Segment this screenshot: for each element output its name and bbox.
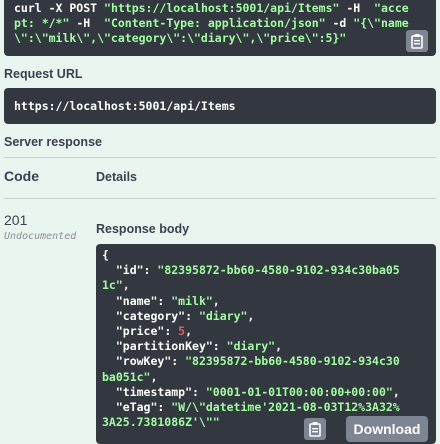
request-url-box: https://localhost:5001/api/Items xyxy=(4,88,436,124)
divider xyxy=(4,157,436,158)
code-column-header: Code xyxy=(4,168,39,184)
request-url-value: https://localhost:5001/api/Items xyxy=(14,99,236,113)
divider xyxy=(4,198,436,199)
copy-curl-button[interactable] xyxy=(406,30,428,52)
curl-content-type-header: "Content-Type: application/json" xyxy=(104,16,326,30)
json-key: "price": xyxy=(115,324,179,339)
clipboard-icon xyxy=(309,422,321,437)
json-key: "eTag": xyxy=(115,400,172,415)
curl-flag: -d xyxy=(325,16,354,30)
json-brace: { xyxy=(102,248,109,262)
download-button[interactable]: Download xyxy=(346,416,428,442)
json-value: "diary" xyxy=(226,339,276,354)
json-key: "rowKey": xyxy=(115,354,186,369)
response-body-box: { "id": "82395872-bb60-4580-9102-934c30b… xyxy=(96,244,436,444)
json-key: "name": xyxy=(115,293,172,308)
curl-command-text: curl -X POST "https://localhost:5001/api… xyxy=(14,1,410,46)
json-value: 5 xyxy=(178,324,186,339)
response-code-note: Undocumented xyxy=(4,231,77,242)
response-body-json: { "id": "82395872-bb60-4580-9102-934c30b… xyxy=(102,248,400,430)
json-key: "id": xyxy=(115,263,158,278)
json-key: "timestamp": xyxy=(115,384,206,399)
details-column-header: Details xyxy=(96,170,137,184)
json-value: "milk" xyxy=(171,293,213,308)
json-key: "partitionKey": xyxy=(115,339,227,354)
curl-flag: -H xyxy=(339,1,375,15)
json-value: "0001-01-01T00:00:00+00:00" xyxy=(205,384,393,399)
response-body-label: Response body xyxy=(96,222,190,236)
response-code: 201 xyxy=(4,212,28,228)
curl-command-box: curl -X POST "https://localhost:5001/api… xyxy=(4,0,436,56)
request-url-label: Request URL xyxy=(4,67,83,81)
server-response-label: Server response xyxy=(4,135,102,149)
json-value: "diary" xyxy=(198,308,248,323)
curl-url: "https://localhost:5001/api/Items" xyxy=(104,1,340,15)
clipboard-icon xyxy=(411,34,423,49)
curl-command: curl -X POST xyxy=(14,1,105,15)
curl-flag: -H xyxy=(69,16,105,30)
json-key: "category": xyxy=(115,308,199,323)
copy-response-button[interactable] xyxy=(304,418,326,440)
